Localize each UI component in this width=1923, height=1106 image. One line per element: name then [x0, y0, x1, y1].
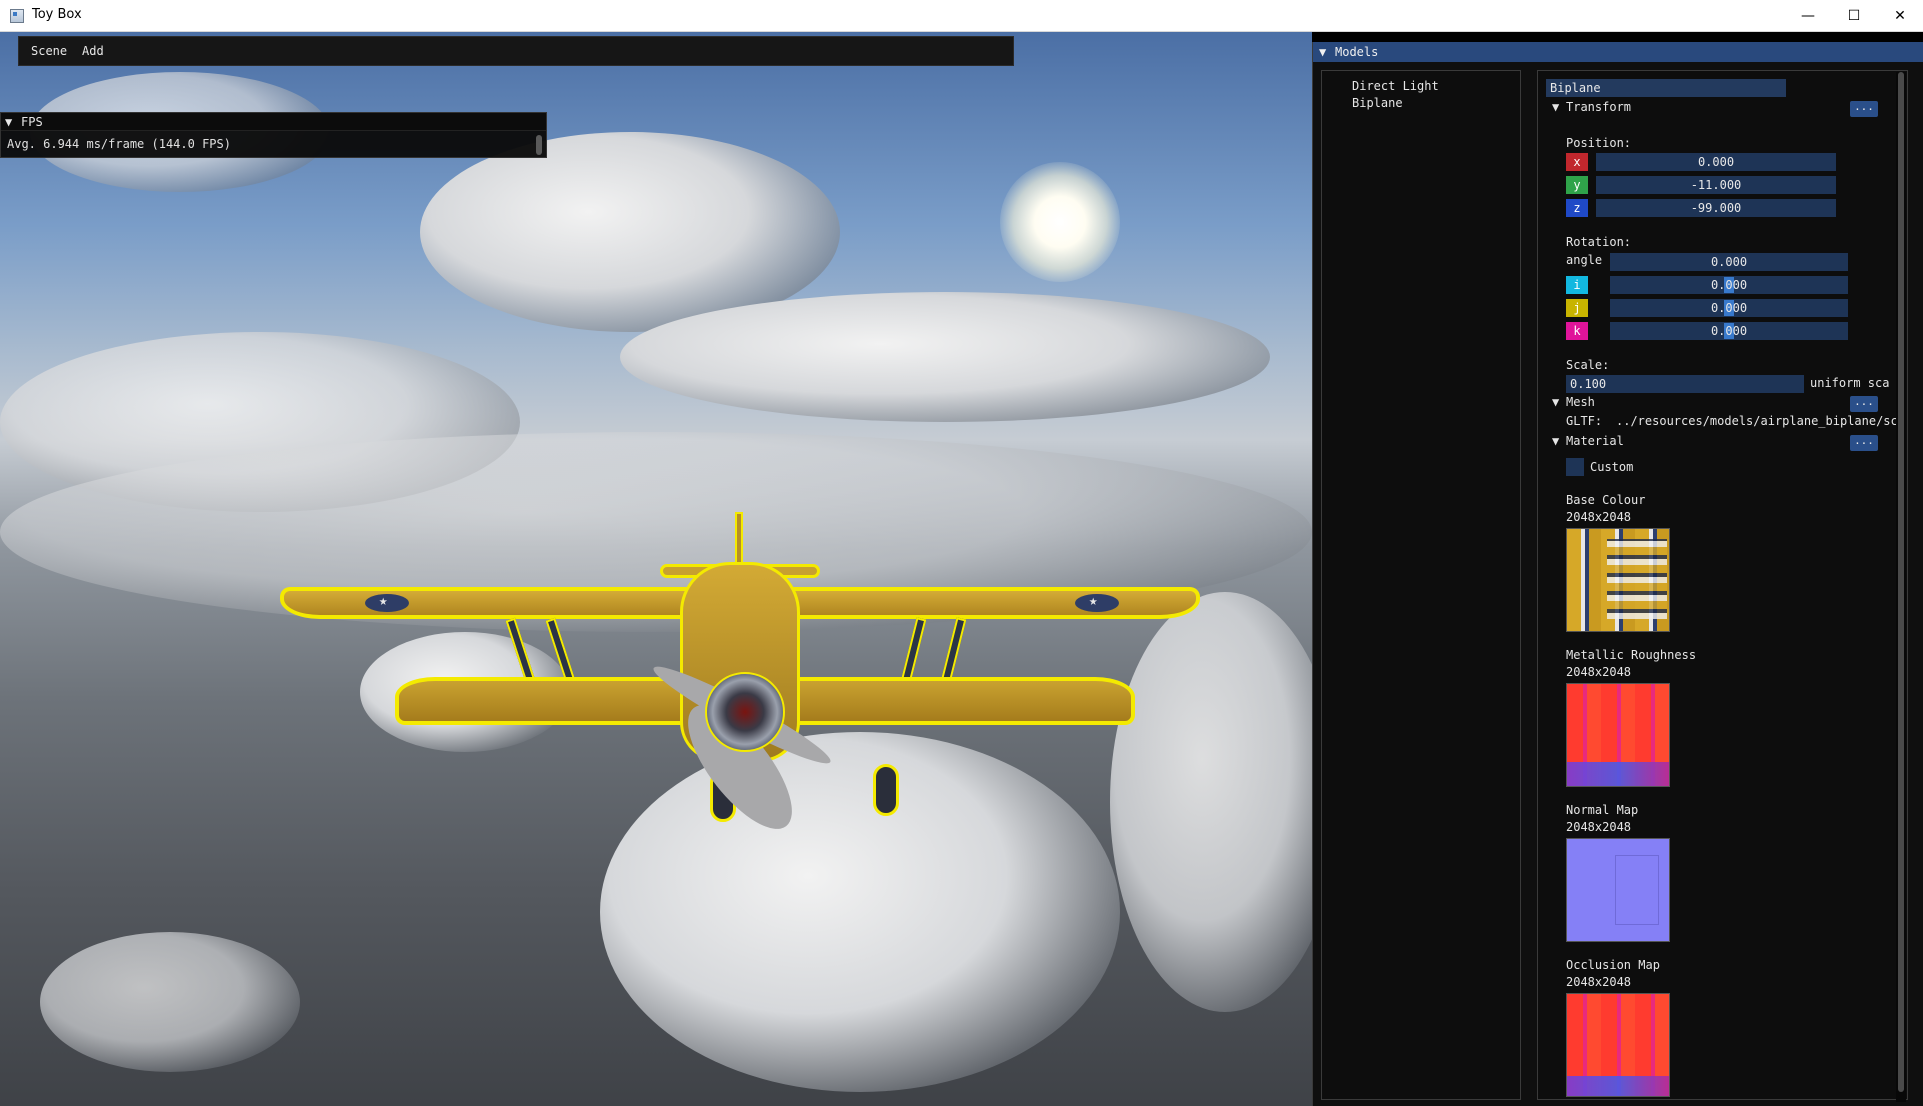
- axis-i-label: i: [1566, 276, 1588, 294]
- fps-window-title: FPS: [21, 115, 43, 129]
- model-list: Direct Light Biplane: [1321, 70, 1521, 1100]
- normal-map-texture: [1566, 838, 1670, 942]
- rotation-j-slider[interactable]: 0.000: [1610, 299, 1848, 317]
- transform-header[interactable]: Transform: [1566, 100, 1631, 114]
- gltf-path: ../resources/models/airplane_biplane/sc: [1616, 414, 1898, 428]
- mesh-options-button[interactable]: ...: [1850, 396, 1878, 412]
- scale-label: Scale:: [1566, 358, 1610, 372]
- texture-name: Metallic Roughness: [1566, 648, 1697, 662]
- tree-arrow-icon[interactable]: ▼: [1552, 395, 1559, 409]
- texture-size: 2048x2048: [1566, 665, 1632, 679]
- main-menu-bar: Scene Add: [18, 36, 1014, 66]
- models-window-title: Models: [1335, 45, 1379, 59]
- app-icon: [10, 9, 24, 23]
- landing-wheel: [873, 764, 899, 816]
- models-window: ▼ Models Direct Light Biplane Biplane ▼ …: [1312, 42, 1923, 1106]
- occlusion-map-texture: [1566, 993, 1670, 1097]
- custom-checkbox[interactable]: [1566, 458, 1584, 476]
- metallic-roughness-texture: [1566, 683, 1670, 787]
- position-label: Position:: [1566, 136, 1632, 150]
- rotation-i-slider[interactable]: 0.000: [1610, 276, 1848, 294]
- fps-window: ▼ FPS Avg. 6.944 ms/frame (144.0 FPS): [0, 112, 547, 158]
- texture-size: 2048x2048: [1566, 510, 1632, 524]
- rotation-label: Rotation:: [1566, 235, 1632, 249]
- texture-name: Normal Map: [1566, 803, 1639, 817]
- position-x-field[interactable]: 0.000: [1596, 153, 1836, 171]
- gltf-label: GLTF:: [1566, 414, 1603, 428]
- scene-viewport[interactable]: [0, 32, 1312, 1106]
- maximize-button[interactable]: ☐: [1831, 0, 1877, 32]
- list-item-biplane[interactable]: Biplane: [1352, 96, 1403, 110]
- scale-field[interactable]: 0.100: [1566, 375, 1804, 393]
- custom-label: Custom: [1590, 460, 1634, 474]
- mesh-header[interactable]: Mesh: [1566, 395, 1595, 409]
- axis-x-label: x: [1566, 153, 1588, 171]
- close-button[interactable]: ✕: [1877, 0, 1923, 32]
- axis-k-label: k: [1566, 322, 1588, 340]
- rotation-k-value: 0.000: [1710, 324, 1748, 338]
- texture-size: 2048x2048: [1566, 820, 1632, 834]
- list-item-direct-light[interactable]: Direct Light: [1352, 79, 1439, 93]
- texture-size: 2048x2048: [1566, 975, 1632, 989]
- rotation-angle-field[interactable]: 0.000: [1610, 253, 1848, 271]
- roundel: [1075, 593, 1119, 612]
- scrollbar-thumb[interactable]: [1898, 72, 1904, 1092]
- fps-window-header[interactable]: ▼ FPS: [1, 113, 546, 131]
- axis-z-label: z: [1566, 199, 1588, 217]
- tree-arrow-icon[interactable]: ▼: [1552, 100, 1559, 114]
- window-title: Toy Box: [32, 7, 82, 22]
- models-window-header[interactable]: ▼ Models: [1313, 42, 1923, 62]
- cloud: [40, 932, 300, 1072]
- axis-j-label: j: [1566, 299, 1588, 317]
- model-name-value: Biplane: [1550, 81, 1601, 95]
- cloud: [620, 292, 1270, 422]
- texture-name: Base Colour: [1566, 493, 1646, 507]
- base-colour-texture: [1566, 528, 1670, 632]
- transform-options-button[interactable]: ...: [1850, 101, 1878, 117]
- uniform-scale-label: uniform sca: [1810, 376, 1890, 390]
- tree-arrow-icon[interactable]: ▼: [1552, 434, 1559, 448]
- position-z-field[interactable]: -99.000: [1596, 199, 1836, 217]
- material-options-button[interactable]: ...: [1850, 435, 1878, 451]
- rotation-i-value: 0.000: [1710, 278, 1748, 292]
- models-scrollbar[interactable]: [1896, 72, 1906, 1102]
- rotation-k-slider[interactable]: 0.000: [1610, 322, 1848, 340]
- menu-scene[interactable]: Scene: [31, 44, 67, 58]
- material-header[interactable]: Material: [1566, 434, 1624, 448]
- window-titlebar: Toy Box — ☐ ✕: [0, 0, 1923, 32]
- roundel: [365, 593, 409, 612]
- angle-label: angle: [1566, 253, 1603, 267]
- texture-name: Occlusion Map: [1566, 958, 1660, 972]
- axis-y-label: y: [1566, 176, 1588, 194]
- collapse-arrow-icon[interactable]: ▼: [1319, 45, 1326, 59]
- minimize-button[interactable]: —: [1785, 0, 1831, 32]
- sun: [1000, 162, 1120, 282]
- position-y-field[interactable]: -11.000: [1596, 176, 1836, 194]
- model-details: Biplane ▼ Transform ... Position: x 0.00…: [1537, 70, 1908, 1100]
- rotation-j-value: 0.000: [1710, 301, 1748, 315]
- engine-cowling: [705, 672, 785, 752]
- biplane-model[interactable]: [270, 502, 1210, 862]
- scrollbar[interactable]: [536, 135, 542, 155]
- menu-add[interactable]: Add: [82, 44, 104, 58]
- collapse-arrow-icon[interactable]: ▼: [5, 115, 12, 129]
- model-name-field[interactable]: Biplane: [1546, 79, 1786, 97]
- fps-readout: Avg. 6.944 ms/frame (144.0 FPS): [7, 137, 231, 151]
